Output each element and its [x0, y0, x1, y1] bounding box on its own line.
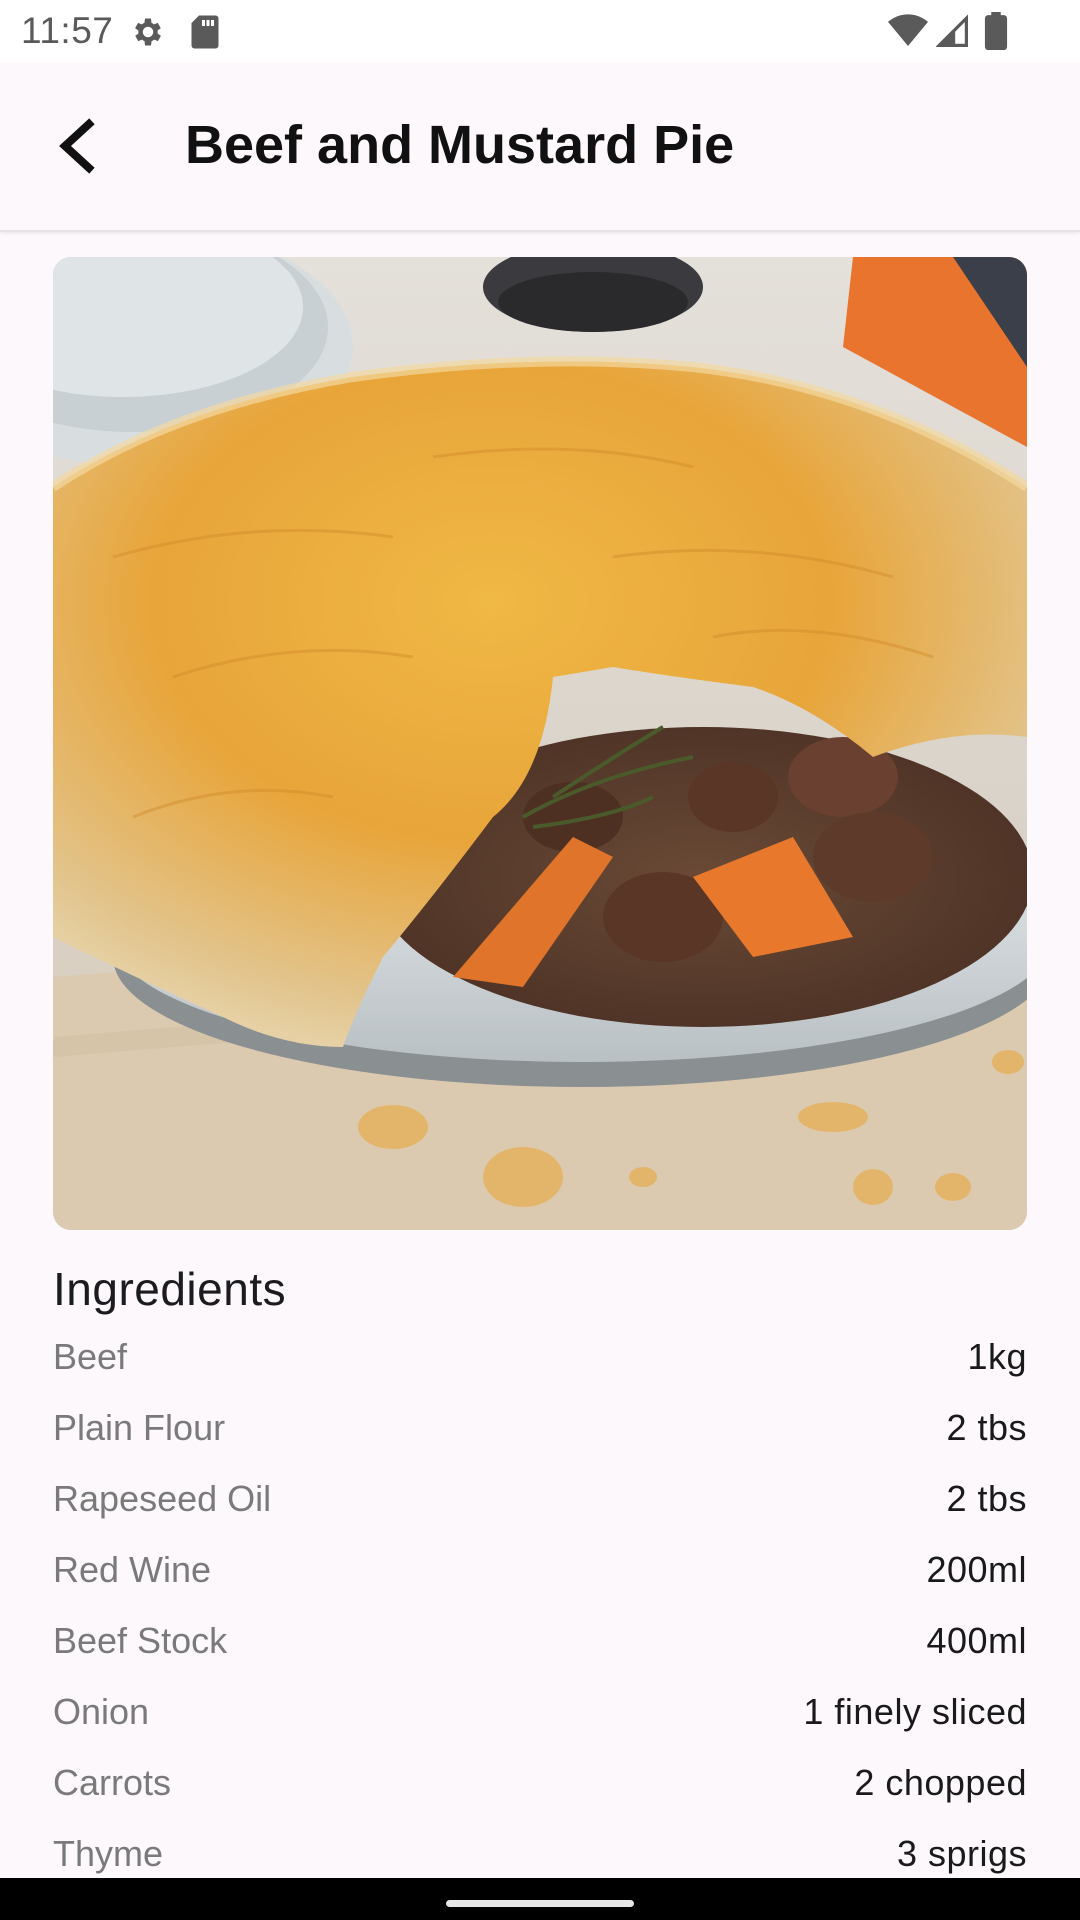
ingredient-quantity: 400ml	[926, 1620, 1027, 1661]
ingredient-row: Plain Flour 2 tbs	[53, 1393, 1027, 1464]
arrow-back-icon	[59, 118, 95, 174]
status-bar: 11:57	[0, 0, 1080, 62]
ingredient-row: Onion 1 finely sliced	[53, 1677, 1027, 1748]
ingredient-name: Rapeseed Oil	[53, 1478, 272, 1519]
ingredient-quantity: 3 sprigs	[896, 1833, 1027, 1874]
ingredient-name: Red Wine	[53, 1549, 212, 1590]
ingredient-quantity: 1kg	[967, 1336, 1027, 1377]
ingredients-heading: Ingredients	[53, 1263, 287, 1315]
ingredient-list: Beef 1kg Plain Flour 2 tbs Rapeseed Oil …	[53, 1322, 1027, 1890]
ingredient-row: Beef Stock 400ml	[53, 1606, 1027, 1677]
ingredient-quantity: 200ml	[926, 1549, 1027, 1590]
status-time: 11:57	[21, 10, 114, 51]
back-button[interactable]	[36, 106, 116, 186]
ingredient-quantity: 2 tbs	[946, 1407, 1027, 1448]
sd-card-icon	[191, 15, 219, 49]
ingredient-quantity: 2 chopped	[854, 1762, 1027, 1803]
page-title: Beef and Mustard Pie	[185, 115, 735, 175]
ingredient-name: Onion	[53, 1691, 150, 1732]
wifi-icon	[888, 14, 928, 47]
app-bar: Beef and Mustard Pie	[0, 62, 1080, 232]
ingredient-quantity: 2 tbs	[946, 1478, 1027, 1519]
ingredient-row: Rapeseed Oil 2 tbs	[53, 1464, 1027, 1535]
signal-icon	[936, 14, 968, 47]
home-gesture-handle[interactable]	[446, 1900, 634, 1907]
ingredient-name: Beef	[53, 1336, 128, 1377]
navigation-bar	[0, 1878, 1080, 1920]
ingredient-row: Red Wine 200ml	[53, 1535, 1027, 1606]
recipe-image	[53, 257, 1027, 1230]
ingredient-row: Carrots 2 chopped	[53, 1748, 1027, 1819]
ingredient-name: Carrots	[53, 1762, 172, 1803]
gear-icon	[135, 18, 161, 46]
ingredient-name: Thyme	[53, 1833, 164, 1874]
battery-icon	[984, 12, 1008, 50]
ingredient-row: Beef 1kg	[53, 1322, 1027, 1393]
ingredient-name: Plain Flour	[53, 1407, 226, 1448]
ingredient-name: Beef Stock	[53, 1620, 228, 1661]
ingredient-quantity: 1 finely sliced	[803, 1691, 1027, 1732]
